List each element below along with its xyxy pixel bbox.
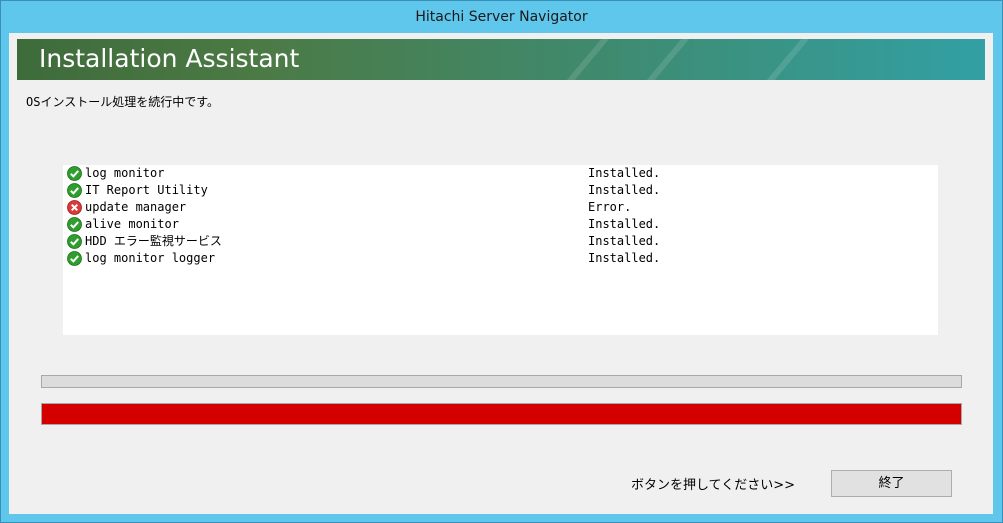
error-progress-bar: [41, 403, 962, 425]
banner-decoration: [625, 39, 695, 80]
list-item: IT Report Utility Installed.: [67, 182, 927, 199]
header-banner: Installation Assistant: [17, 39, 985, 80]
banner-title: Installation Assistant: [39, 44, 300, 73]
check-icon: [67, 251, 82, 266]
component-status: Error.: [588, 200, 632, 214]
component-name: log monitor: [85, 166, 165, 180]
component-name: log monitor logger: [85, 251, 216, 265]
finish-button[interactable]: 終了: [831, 470, 952, 497]
client-area: Installation Assistant OSインストール処理を続行中です。…: [9, 33, 993, 514]
installer-window: Hitachi Server Navigator Installation As…: [0, 0, 1003, 523]
list-item: log monitor logger Installed.: [67, 250, 927, 267]
window-title: Hitachi Server Navigator: [415, 9, 588, 25]
check-icon: [67, 183, 82, 198]
overall-progress-bar: [41, 375, 962, 388]
check-icon: [67, 217, 82, 232]
list-item: HDD エラー監視サービス Installed.: [67, 233, 927, 250]
component-status: Installed.: [588, 217, 661, 231]
status-message: OSインストール処理を続行中です。: [26, 95, 220, 109]
list-item: log monitor Installed.: [67, 165, 927, 182]
component-name: IT Report Utility: [85, 183, 208, 197]
error-progress-fill: [42, 404, 961, 424]
component-name: update manager: [85, 200, 187, 214]
component-status: Installed.: [588, 166, 661, 180]
list-item: update manager Error.: [67, 199, 927, 216]
component-name: HDD エラー監視サービス: [85, 234, 222, 248]
component-list[interactable]: log monitor Installed. IT Report Utility In…: [63, 165, 938, 335]
banner-decoration: [745, 39, 815, 80]
check-icon: [67, 234, 82, 249]
component-status: Installed.: [588, 234, 661, 248]
banner-decoration: [545, 39, 615, 80]
list-item: alive monitor Installed.: [67, 216, 927, 233]
component-name: alive monitor: [85, 217, 179, 231]
check-icon: [67, 166, 82, 181]
prompt-text: ボタンを押してください>>: [631, 478, 796, 493]
error-icon: [67, 200, 82, 215]
component-status: Installed.: [588, 251, 661, 265]
component-status: Installed.: [588, 183, 661, 197]
